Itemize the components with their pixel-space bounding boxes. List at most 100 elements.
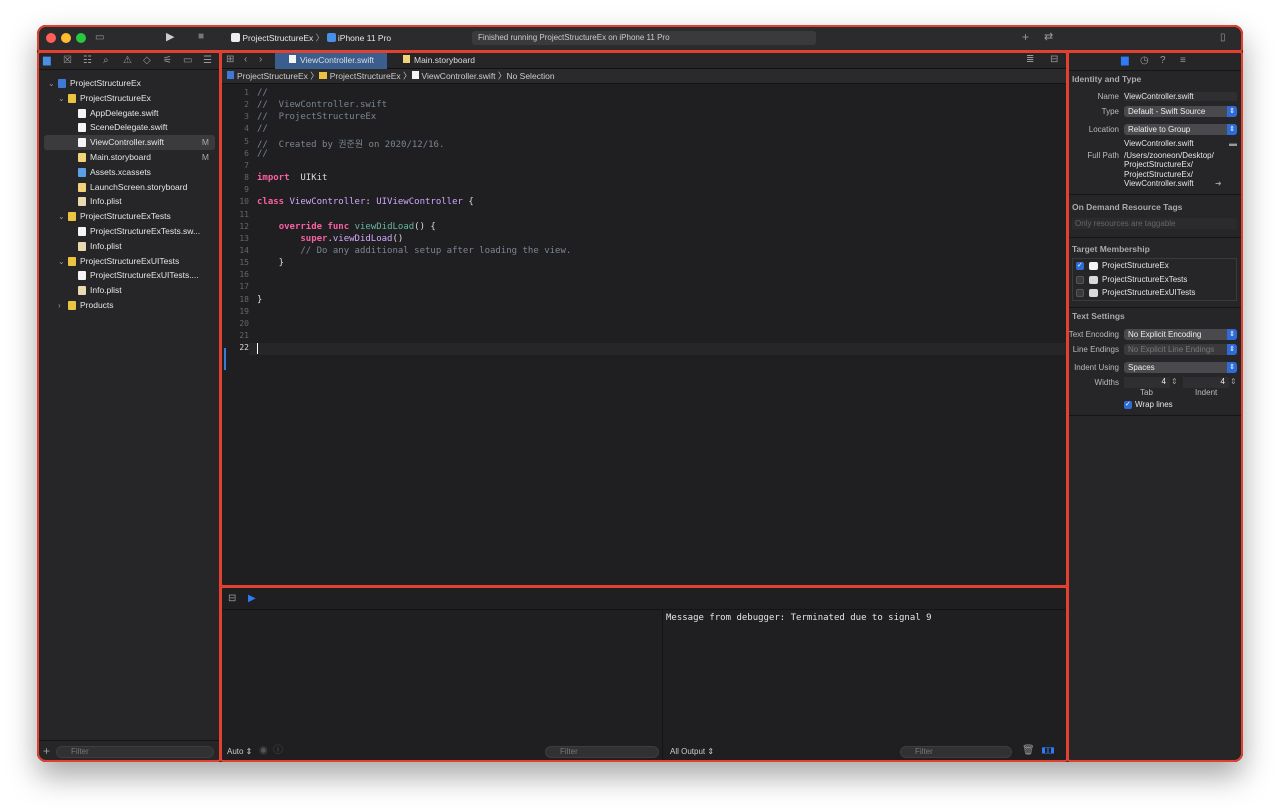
chevron-down-icon[interactable]: ⌄ (48, 76, 55, 91)
tab-main-storyboard[interactable]: Main.storyboard (391, 52, 503, 69)
file-inspector-icon[interactable]: ▆ (1121, 55, 1129, 67)
file-tree-item[interactable]: ProjectStructureExUITests.... (44, 268, 215, 283)
jump-symbol[interactable]: No Selection (506, 71, 554, 81)
file-tree-item[interactable]: ViewController.swift M (44, 135, 215, 151)
code-line: // ProjectStructureEx (257, 112, 377, 123)
tab-viewcontroller[interactable]: ViewController.swift (275, 52, 387, 69)
jump-group[interactable]: ProjectStructureEx (330, 71, 401, 81)
stepper-icon[interactable]: ⇕ (1171, 376, 1178, 388)
odr-field[interactable]: Only resources are taggable (1072, 218, 1237, 229)
split-console-icon[interactable]: ◧◨ (1042, 745, 1054, 757)
variables-filter-input[interactable]: Filter (545, 746, 659, 758)
folder-icon[interactable]: ▆ (43, 55, 51, 67)
find-icon[interactable]: ⌕ (103, 55, 109, 67)
hide-debug-icon[interactable]: ⊟ (228, 593, 236, 605)
target-checkbox[interactable] (1076, 275, 1084, 284)
eye-icon[interactable]: ◉ (259, 745, 268, 757)
code-line: // Do any additional setup after loading… (300, 245, 572, 256)
file-tree-item[interactable]: Info.plist (44, 239, 215, 254)
auto-selector[interactable]: Auto ⇕ (227, 747, 252, 756)
trash-icon[interactable]: 🗑 (1022, 745, 1035, 757)
console-view[interactable]: Message from debugger: Terminated due to… (664, 610, 1066, 762)
file-tree-item[interactable]: ⌄ ProjectStructureEx (44, 76, 215, 91)
issue-icon[interactable]: ⚠ (123, 55, 132, 67)
chevron-right-icon[interactable]: › (58, 298, 61, 313)
back-icon[interactable]: ‹ (244, 54, 247, 66)
info-icon[interactable]: ⓘ (273, 745, 283, 757)
source-control-icon[interactable]: ☒ (63, 55, 72, 67)
jump-file[interactable]: ViewController.swift (422, 71, 496, 81)
chevron-down-icon[interactable]: ⌄ (58, 91, 65, 106)
project-navigator: ▆ ☒ ☷ ⌕ ⚠ ◇ ⚟ ▭ ☰ ⌄ ProjectStructureEx ⌄ Pr… (37, 52, 220, 762)
zoom-button[interactable] (76, 33, 86, 43)
file-tree-item[interactable]: ⌄ ProjectStructureExUITests (44, 254, 215, 269)
run-icon[interactable]: ▶ (166, 31, 174, 43)
indent-width-field[interactable]: 4 (1183, 377, 1229, 388)
target-checkbox[interactable] (1076, 289, 1084, 297)
indent-popup[interactable]: Spaces (1124, 362, 1237, 373)
file-tree-item[interactable]: › Products (44, 298, 215, 313)
attributes-icon[interactable]: ≡ (1180, 55, 1186, 67)
tab-caption: Tab (1140, 388, 1153, 397)
location-popup[interactable]: Relative to Group (1124, 124, 1237, 135)
console-filter-input[interactable]: Filter (900, 746, 1012, 758)
report-icon[interactable]: ☰ (203, 55, 212, 67)
chevron-down-icon[interactable]: ⌄ (58, 254, 65, 269)
add-file-icon[interactable]: + (43, 745, 50, 757)
inspector-toggle-icon[interactable]: ▯ (1220, 32, 1226, 44)
encoding-popup[interactable]: No Explicit Encoding (1124, 329, 1237, 340)
stepper-icon[interactable]: ⇕ (1230, 376, 1237, 388)
indent-caption: Indent (1195, 388, 1218, 397)
file-tree-item[interactable]: ⌄ ProjectStructureEx (44, 91, 215, 106)
folder-reveal-icon[interactable]: ▬ (1229, 138, 1237, 150)
output-selector[interactable]: All Output ⇕ (670, 747, 714, 756)
line-number: 1 (244, 88, 249, 97)
xcode-window: ▭ ▶ ■ ProjectStructureEx 〉 iPhone 11 Pro… (37, 25, 1243, 762)
chevron-down-icon[interactable]: ⌄ (58, 209, 65, 224)
split-editor-icon[interactable]: ⊟ (1050, 54, 1058, 66)
name-field[interactable]: ViewController.swift (1124, 92, 1237, 101)
file-tree-item[interactable]: Main.storyboard M (44, 150, 215, 165)
file-tree-item[interactable]: Assets.xcassets (44, 165, 215, 180)
editor-options-icon[interactable]: ≣ (1026, 54, 1034, 66)
jump-project[interactable]: ProjectStructureEx (237, 71, 308, 81)
file-tree-item[interactable]: LaunchScreen.storyboard (44, 180, 215, 195)
modified-badge: M (201, 137, 209, 148)
file-tree-label: ViewController.swift (90, 137, 165, 148)
navigator-filter-bar: + Filter (37, 740, 220, 762)
line-endings-popup[interactable]: No Explicit Line Endings (1124, 344, 1237, 355)
add-icon[interactable]: + (1022, 31, 1029, 43)
symbol-icon[interactable]: ☷ (83, 55, 92, 67)
wrap-lines-checkbox[interactable] (1124, 400, 1132, 409)
file-tree-item[interactable]: ProjectStructureExTests.sw... (44, 224, 215, 239)
breakpoints-toggle-icon[interactable]: ▶ (248, 593, 256, 605)
file-tree-item[interactable]: AppDelegate.swift (44, 106, 215, 121)
target-checkbox[interactable] (1076, 261, 1084, 270)
file-tree-item[interactable]: Info.plist (44, 283, 215, 298)
swift-icon (78, 123, 86, 133)
tab-width-field[interactable]: 4 (1124, 377, 1170, 388)
arrow-circle-icon[interactable]: ➜ (1215, 178, 1222, 190)
test-icon[interactable]: ◇ (143, 55, 151, 67)
minimize-button[interactable] (61, 33, 71, 43)
breakpoint-icon[interactable]: ▭ (183, 55, 192, 67)
help-icon[interactable]: ? (1160, 55, 1166, 67)
jump-bar[interactable]: ProjectStructureEx 〉 ProjectStructureEx 〉… (221, 69, 1066, 84)
navigator-filter-input[interactable]: Filter (56, 746, 214, 758)
file-tree-item[interactable]: SceneDelegate.swift (44, 120, 215, 135)
file-tree-item[interactable]: ⌄ ProjectStructureExTests (44, 209, 215, 224)
sidebar-toggle-icon[interactable]: ▭ (95, 32, 104, 44)
grid-icon[interactable]: ⊞ (226, 54, 234, 66)
type-popup[interactable]: Default - Swift Source (1124, 106, 1237, 117)
line-number: 2 (244, 100, 249, 110)
file-tree-label: Info.plist (90, 196, 122, 207)
stop-icon[interactable]: ■ (198, 31, 204, 43)
file-tree-item[interactable]: Info.plist (44, 194, 215, 209)
code-review-icon[interactable]: ⇄ (1044, 31, 1053, 43)
debug-icon[interactable]: ⚟ (163, 55, 172, 67)
history-icon[interactable]: ◷ (1140, 55, 1149, 67)
line-number: 11 (239, 209, 249, 219)
close-button[interactable] (46, 33, 56, 43)
forward-icon[interactable]: › (259, 54, 262, 66)
scheme-selector[interactable]: ProjectStructureEx 〉 iPhone 11 Pro (231, 31, 391, 45)
